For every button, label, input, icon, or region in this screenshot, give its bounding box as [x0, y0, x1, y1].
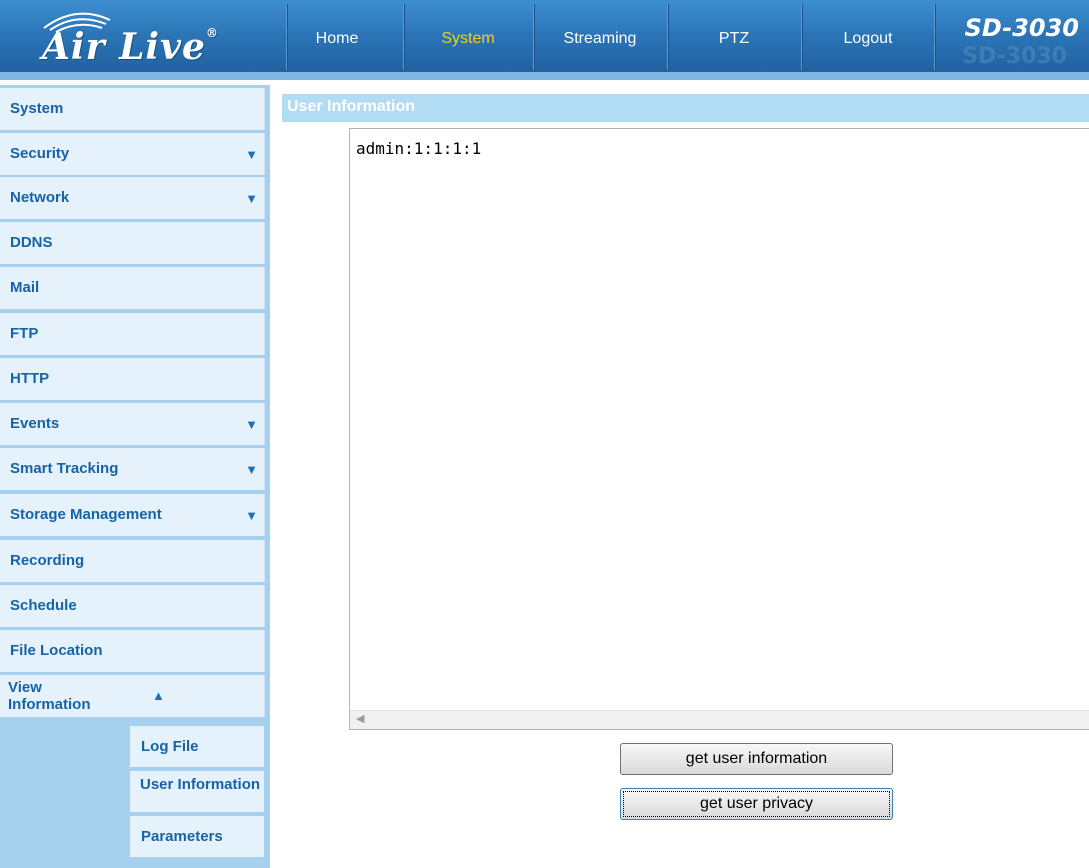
- user-information-textarea[interactable]: admin:1:1:1:1 ◀: [349, 128, 1089, 730]
- nav-ptz[interactable]: PTZ: [668, 24, 800, 54]
- sidebar-subitem-log-file[interactable]: Log File: [130, 726, 264, 767]
- sidebar-item-label: Schedule: [10, 597, 77, 614]
- sidebar-item-label: DDNS: [10, 234, 53, 251]
- sidebar-item-label: Smart Tracking: [10, 460, 119, 477]
- sidebar-item-label: System: [10, 100, 64, 117]
- sidebar-item-events[interactable]: Events ▼: [0, 403, 265, 445]
- sidebar-item-label: File Location: [10, 642, 103, 659]
- chevron-down-icon: ▼: [245, 147, 258, 162]
- sidebar-subitem-parameters[interactable]: Parameters: [130, 816, 264, 857]
- get-user-privacy-button[interactable]: get user privacy: [620, 788, 893, 820]
- header-bottom-line: [0, 72, 1089, 80]
- sidebar-item-label: HTTP: [10, 370, 50, 387]
- sidebar-item-label: Events: [10, 415, 60, 432]
- textarea-content: admin:1:1:1:1: [356, 139, 482, 158]
- sidebar-item-http[interactable]: HTTP: [0, 358, 265, 400]
- sidebar-item-recording[interactable]: Recording: [0, 540, 265, 582]
- sidebar-item-storage-management[interactable]: Storage Management ▼: [0, 494, 265, 536]
- model-watermark: SD-3030: [962, 44, 1067, 69]
- nav-streaming[interactable]: Streaming: [534, 24, 666, 54]
- sidebar-subitem-label: Parameters: [141, 828, 223, 845]
- logo-text: Air Live®: [42, 26, 219, 68]
- sidebar-item-ftp[interactable]: FTP: [0, 313, 265, 355]
- page-title: User Information: [287, 98, 416, 115]
- sidebar-item-label: Storage Management: [10, 506, 162, 523]
- sidebar-item-security[interactable]: Security ▼: [0, 133, 265, 175]
- sidebar-item-label: FTP: [10, 325, 39, 342]
- registered-mark: ®: [205, 26, 219, 40]
- chevron-up-icon: ▲: [152, 688, 165, 703]
- get-user-information-button[interactable]: get user information: [620, 743, 893, 775]
- chevron-down-icon: ▼: [245, 508, 258, 523]
- nav-system[interactable]: System: [404, 24, 532, 54]
- sidebar-item-network[interactable]: Network ▼: [0, 177, 265, 219]
- sidebar: System Security ▼ Network ▼ DDNS Mail FT…: [0, 85, 270, 868]
- sidebar-item-mail[interactable]: Mail: [0, 267, 265, 309]
- sidebar-item-smart-tracking[interactable]: Smart Tracking ▼: [0, 448, 265, 490]
- sidebar-item-system[interactable]: System: [0, 88, 265, 130]
- sidebar-subitem-label: Log File: [141, 738, 199, 755]
- sidebar-item-label: Mail: [10, 279, 40, 296]
- sidebar-item-label: View Information: [8, 679, 91, 713]
- logo-label: Air Live: [42, 26, 206, 68]
- sidebar-item-ddns[interactable]: DDNS: [0, 222, 265, 264]
- model-name: SD-3030: [964, 14, 1079, 42]
- nav-logout[interactable]: Logout: [802, 24, 934, 54]
- scroll-left-arrow-icon[interactable]: ◀: [356, 712, 364, 725]
- sidebar-subitem-user-information[interactable]: User Information: [130, 771, 264, 812]
- chevron-down-icon: ▼: [245, 417, 258, 432]
- nav-separator: [934, 4, 935, 70]
- chevron-down-icon: ▼: [245, 462, 258, 477]
- nav-home[interactable]: Home: [287, 24, 387, 54]
- sidebar-subitem-label: User Information: [140, 776, 261, 793]
- horizontal-scrollbar[interactable]: ◀: [350, 710, 1089, 729]
- sidebar-item-file-location[interactable]: File Location: [0, 630, 265, 672]
- sidebar-item-label: Network: [10, 189, 70, 206]
- sidebar-item-label: Security: [10, 145, 70, 162]
- chevron-down-icon: ▼: [245, 191, 258, 206]
- sidebar-item-label: Recording: [10, 552, 85, 569]
- airlive-logo: Air Live®: [18, 6, 268, 72]
- sidebar-item-view-information[interactable]: View Information ▲: [0, 675, 265, 717]
- section-header-bar: User Information: [282, 94, 1089, 122]
- sidebar-item-schedule[interactable]: Schedule: [0, 585, 265, 627]
- top-header: Air Live® Home System Streaming PTZ Logo…: [0, 0, 1089, 80]
